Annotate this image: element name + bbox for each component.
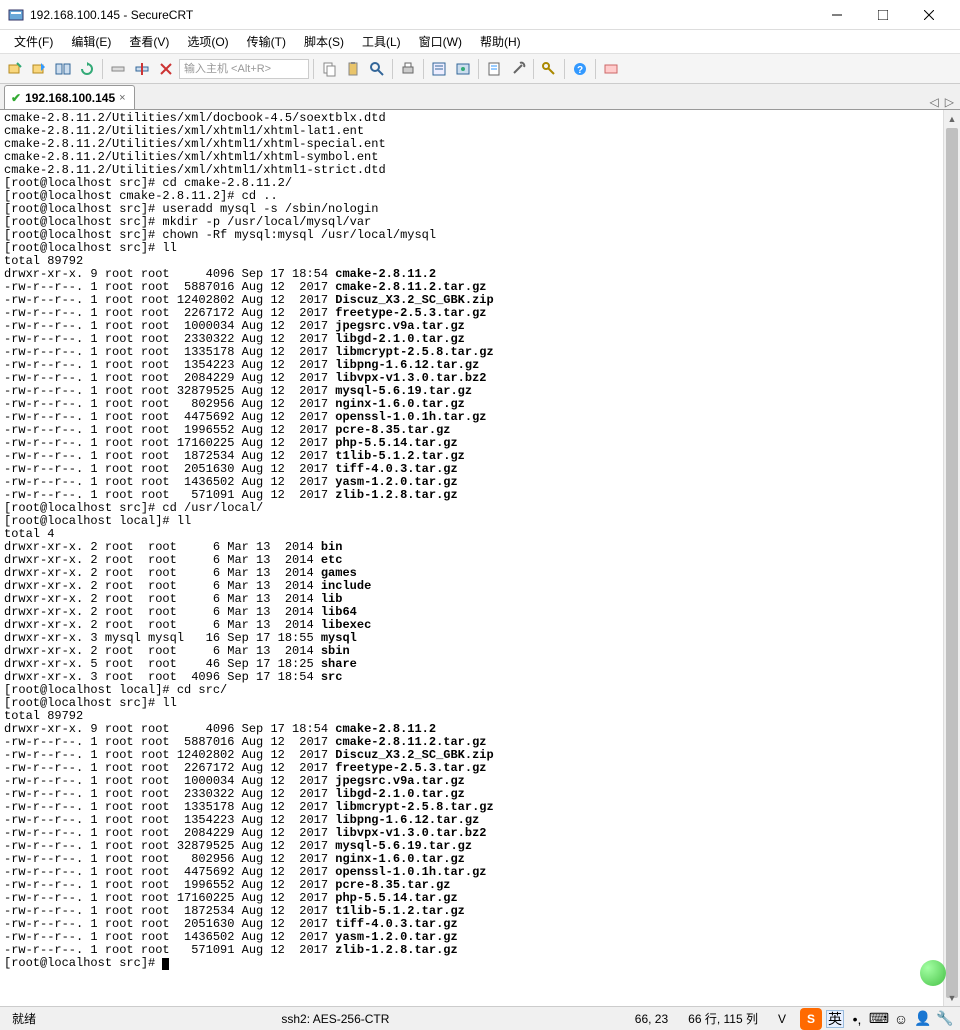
menubar: 文件(F) 编辑(E) 查看(V) 选项(O) 传输(T) 脚本(S) 工具(L… bbox=[0, 30, 960, 54]
scrollbar[interactable]: ▲ ▼ bbox=[943, 110, 960, 1006]
toolbar-separator bbox=[478, 59, 479, 79]
status-orb-icon bbox=[920, 960, 946, 986]
quick-connect-icon[interactable] bbox=[28, 58, 50, 80]
ime-keyboard-icon[interactable]: ⌨ bbox=[870, 1010, 888, 1028]
status-vt: V bbox=[772, 1012, 792, 1026]
sogou-ime-icon[interactable]: S bbox=[800, 1008, 822, 1030]
window-title: 192.168.100.145 - SecureCRT bbox=[30, 8, 814, 22]
find-icon[interactable] bbox=[366, 58, 388, 80]
terminal-line: [root@localhost src]# bbox=[4, 957, 938, 970]
connected-check-icon: ✔ bbox=[11, 91, 21, 105]
menu-view[interactable]: 查看(V) bbox=[121, 30, 177, 53]
menu-help[interactable]: 帮助(H) bbox=[472, 30, 529, 53]
toolbar-separator bbox=[595, 59, 596, 79]
toolbar-separator bbox=[102, 59, 103, 79]
paste-icon[interactable] bbox=[342, 58, 364, 80]
menu-edit[interactable]: 编辑(E) bbox=[63, 30, 119, 53]
menu-options[interactable]: 选项(O) bbox=[179, 30, 236, 53]
tab-close-icon[interactable]: × bbox=[119, 92, 125, 104]
minimize-button[interactable] bbox=[814, 0, 860, 30]
terminal-line: [root@localhost src]# ll bbox=[4, 697, 938, 710]
status-cursor-pos: 66, 23 bbox=[629, 1012, 674, 1026]
help-icon[interactable]: ? bbox=[569, 58, 591, 80]
scroll-up-icon[interactable]: ▲ bbox=[944, 110, 960, 127]
statusbar: 就绪 ssh2: AES-256-CTR 66, 23 66 行, 115 列 … bbox=[0, 1006, 960, 1030]
menu-tools[interactable]: 工具(L) bbox=[354, 30, 409, 53]
status-ready: 就绪 bbox=[6, 1010, 42, 1027]
print-icon[interactable] bbox=[397, 58, 419, 80]
reconnect-all-icon[interactable] bbox=[131, 58, 153, 80]
tab-nav: ◁ ▷ bbox=[930, 95, 954, 109]
script-icon[interactable] bbox=[483, 58, 505, 80]
toolbar: 输入主机 <Alt+R> ? bbox=[0, 54, 960, 84]
terminal-line: [root@localhost src]# ll bbox=[4, 242, 938, 255]
ime-face-icon[interactable]: ☺ bbox=[892, 1010, 910, 1028]
reconnect-icon[interactable] bbox=[76, 58, 98, 80]
key-icon[interactable] bbox=[538, 58, 560, 80]
app-icon bbox=[8, 7, 24, 23]
ime-user-icon[interactable]: 👤 bbox=[914, 1010, 932, 1028]
tab-next-icon[interactable]: ▷ bbox=[945, 95, 954, 109]
close-button[interactable] bbox=[906, 0, 952, 30]
cancel-icon[interactable] bbox=[155, 58, 177, 80]
ime-settings-icon[interactable]: 🔧 bbox=[936, 1010, 954, 1028]
connect-icon[interactable] bbox=[4, 58, 26, 80]
host-input[interactable]: 输入主机 <Alt+R> bbox=[179, 59, 309, 79]
toolbar-separator bbox=[533, 59, 534, 79]
disconnect-icon[interactable] bbox=[107, 58, 129, 80]
tabbar: ✔ 192.168.100.145 × ◁ ▷ bbox=[0, 84, 960, 110]
toolbar-separator bbox=[392, 59, 393, 79]
connect-in-tab-icon[interactable] bbox=[52, 58, 74, 80]
menu-transfer[interactable]: 传输(T) bbox=[239, 30, 294, 53]
terminal-area: cmake-2.8.11.2/Utilities/xml/docbook-4.5… bbox=[0, 110, 960, 1006]
scroll-down-icon[interactable]: ▼ bbox=[944, 989, 960, 1006]
scroll-thumb[interactable] bbox=[946, 128, 958, 998]
ime-lang[interactable]: 英 bbox=[826, 1010, 844, 1028]
maximize-button[interactable] bbox=[860, 0, 906, 30]
options-icon[interactable] bbox=[428, 58, 450, 80]
session-options-icon[interactable] bbox=[452, 58, 474, 80]
tab-label: 192.168.100.145 bbox=[25, 91, 115, 105]
ime-punct-icon[interactable]: •, bbox=[848, 1010, 866, 1028]
menu-file[interactable]: 文件(F) bbox=[6, 30, 61, 53]
session-tab[interactable]: ✔ 192.168.100.145 × bbox=[4, 85, 135, 109]
menu-window[interactable]: 窗口(W) bbox=[411, 30, 470, 53]
menu-script[interactable]: 脚本(S) bbox=[296, 30, 352, 53]
terminal-line: [root@localhost local]# ll bbox=[4, 515, 938, 528]
toolbar-separator bbox=[564, 59, 565, 79]
toggle-icon[interactable] bbox=[600, 58, 622, 80]
tab-prev-icon[interactable]: ◁ bbox=[930, 95, 939, 109]
titlebar[interactable]: 192.168.100.145 - SecureCRT bbox=[0, 0, 960, 30]
copy-icon[interactable] bbox=[318, 58, 340, 80]
terminal-output[interactable]: cmake-2.8.11.2/Utilities/xml/docbook-4.5… bbox=[0, 110, 942, 1006]
ime-tray: S 英 •, ⌨ ☺ 👤 🔧 bbox=[800, 1008, 954, 1030]
status-size: 66 行, 115 列 bbox=[682, 1010, 764, 1027]
tools-icon[interactable] bbox=[507, 58, 529, 80]
toolbar-separator bbox=[423, 59, 424, 79]
toolbar-separator bbox=[313, 59, 314, 79]
svg-text:?: ? bbox=[577, 65, 583, 76]
status-cipher: ssh2: AES-256-CTR bbox=[50, 1012, 621, 1026]
terminal-cursor bbox=[162, 958, 169, 970]
